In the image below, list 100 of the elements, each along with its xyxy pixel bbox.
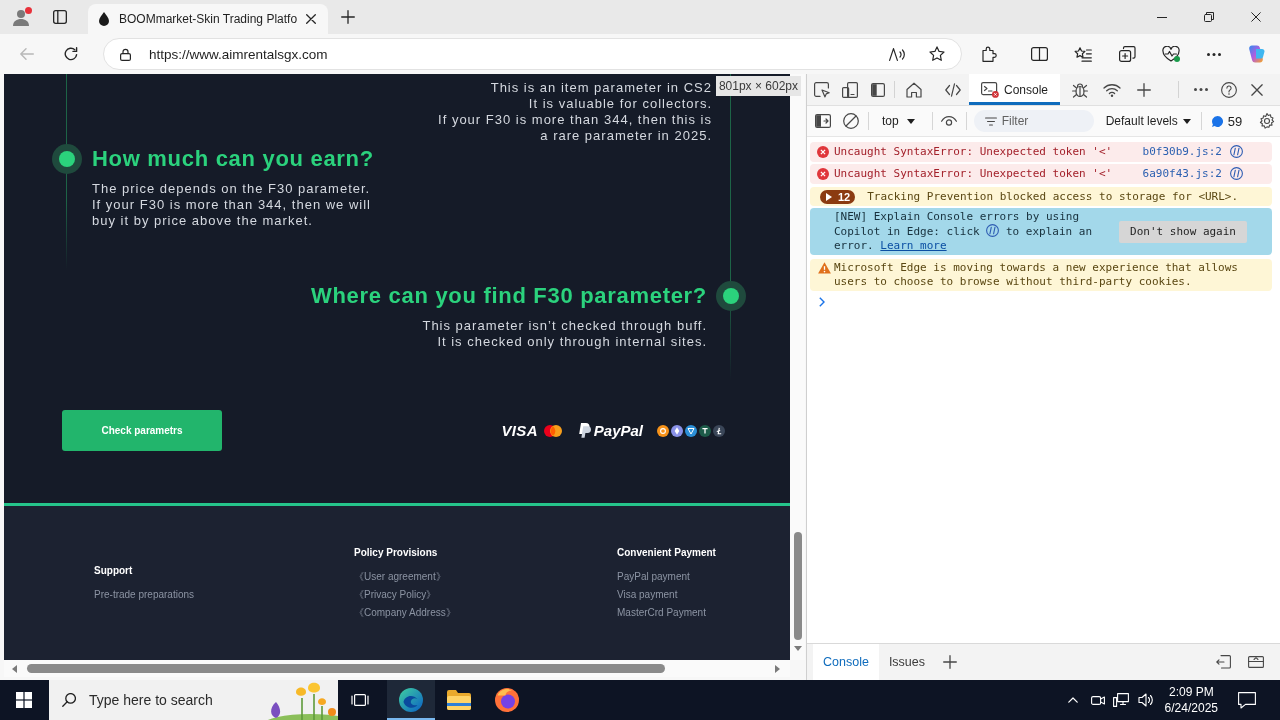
footer-link[interactable]: 《User agreement》 xyxy=(354,571,446,583)
group-toggle[interactable]: 12 xyxy=(820,190,856,204)
search-icon xyxy=(62,693,76,707)
section-text: This parameter isn’t checked through buff. It is checked only through internal sites. xyxy=(422,318,707,350)
minimize-icon[interactable] xyxy=(1157,16,1167,18)
four-panes-icon[interactable] xyxy=(16,692,32,708)
footer-link[interactable]: PayPal payment xyxy=(617,571,690,583)
triangle-left-icon[interactable] xyxy=(12,664,17,673)
plus-icon[interactable] xyxy=(341,10,356,24)
browser-tab[interactable]: BOOMmarket-Skin Trading Platfo xyxy=(88,4,329,34)
sidebar-square-icon[interactable] xyxy=(53,10,67,24)
folder-icon[interactable] xyxy=(447,690,471,710)
sound-waves-icon[interactable] xyxy=(889,47,906,61)
footer-heading: Policy Provisions xyxy=(354,547,438,559)
search-input[interactable]: Type here to search xyxy=(89,692,221,708)
restore-icon[interactable] xyxy=(1204,12,1214,22)
close-icon[interactable] xyxy=(1251,83,1263,96)
code-icon[interactable] xyxy=(945,82,961,97)
circle-mark-icon[interactable] xyxy=(986,224,1000,237)
panel-icon[interactable] xyxy=(871,82,885,97)
footer-link[interactable]: 《Privacy Policy》 xyxy=(354,589,437,601)
message-icon xyxy=(1211,115,1223,127)
more-icon[interactable] xyxy=(1206,52,1221,56)
tray-icon[interactable] xyxy=(1248,656,1264,668)
circle-mark-icon[interactable] xyxy=(1230,167,1243,180)
url-input[interactable]: https://www.aimrentalsgx.com xyxy=(149,46,349,62)
swirl-icon[interactable] xyxy=(399,688,423,712)
bug-icon[interactable] xyxy=(1072,81,1089,98)
close-icon[interactable] xyxy=(306,14,317,24)
frame-icon[interactable] xyxy=(351,692,369,708)
box-arrow-icon[interactable] xyxy=(1216,655,1231,669)
messages-button[interactable]: 59 xyxy=(1211,113,1243,129)
error-icon xyxy=(817,168,829,180)
help-icon[interactable] xyxy=(1221,81,1237,98)
footer-link[interactable]: MasterCrd Payment xyxy=(617,607,706,619)
home-icon[interactable] xyxy=(906,81,922,98)
avatar-icon[interactable] xyxy=(12,7,32,27)
message-text: Uncaught SyntaxError: Unexpected token '<' xyxy=(834,145,1113,159)
star-icon[interactable] xyxy=(929,46,945,62)
two-circles-icon xyxy=(543,424,562,437)
eye-icon[interactable] xyxy=(940,115,957,127)
gradient-logo-icon[interactable] xyxy=(1247,45,1265,63)
timeline-dot-icon xyxy=(716,281,746,311)
lock-icon[interactable] xyxy=(120,47,131,61)
stack-plus-icon[interactable] xyxy=(1118,46,1136,62)
clock-date: 6/24/2025 xyxy=(1164,700,1218,716)
message-text: Uncaught SyntaxError: Unexpected token '<' xyxy=(834,167,1113,181)
star-list-icon[interactable] xyxy=(1074,46,1092,62)
footer-heading: Convenient Payment xyxy=(617,547,716,559)
more-icon[interactable] xyxy=(1194,88,1208,91)
circle-mark-icon[interactable] xyxy=(1230,145,1243,158)
prohibit-icon[interactable] xyxy=(843,113,859,129)
scrollbar-thumb[interactable] xyxy=(793,532,802,640)
camera-icon[interactable] xyxy=(1090,694,1105,706)
close-icon[interactable] xyxy=(1251,12,1261,22)
timeline-dot-icon xyxy=(52,144,82,174)
plus-icon[interactable] xyxy=(1137,82,1152,97)
intro-text: This is an item parameter in CS2 It is valuable for collectors. If your F30 is more than 344, then this is a rare parameter in 2025. xyxy=(438,80,712,144)
drawer-tab[interactable]: Console xyxy=(813,644,879,680)
orb-icon[interactable] xyxy=(495,688,519,712)
puzzle-icon[interactable] xyxy=(982,46,998,62)
taskbar-app[interactable] xyxy=(387,680,435,720)
sidebar-icon[interactable] xyxy=(815,114,831,128)
section-heading: How much can you earn? xyxy=(92,146,374,172)
footer-link[interactable]: Visa payment xyxy=(617,589,678,601)
settings-icon[interactable] xyxy=(1259,113,1276,129)
scrollbar-thumb[interactable] xyxy=(27,664,665,673)
footer-heading: Support xyxy=(94,565,133,577)
footer-link[interactable]: 《Company Address》 xyxy=(354,607,456,619)
footer-link[interactable]: Pre-trade preparations xyxy=(94,589,195,601)
speaker-icon[interactable] xyxy=(1137,693,1154,707)
drawer-tab[interactable]: Issues xyxy=(878,644,935,680)
triangle-right-icon[interactable] xyxy=(775,664,780,673)
cursor-box-icon[interactable] xyxy=(814,81,830,98)
learn-more-link[interactable]: Learn more xyxy=(880,239,947,252)
chevron-up-icon[interactable] xyxy=(1067,697,1078,703)
terminal-icon[interactable] xyxy=(981,81,999,98)
speech-bubble-icon[interactable] xyxy=(1238,691,1256,709)
triangle-down-icon[interactable] xyxy=(793,646,802,651)
filter-input[interactable]: Filter xyxy=(1001,114,1042,128)
source-link[interactable]: 6a90f43.js:2 xyxy=(1142,167,1222,181)
plus-icon[interactable] xyxy=(943,655,957,669)
context-dropdown[interactable]: top xyxy=(882,114,915,128)
levels-dropdown[interactable]: Default levels xyxy=(1105,114,1191,128)
devices-icon[interactable] xyxy=(842,81,858,98)
source-link[interactable]: b0f30b9.js:2 xyxy=(1142,145,1222,159)
caret-icon xyxy=(1182,118,1191,124)
section-text: The price depends on the F30 parameter. If your F30 is more than 344, then we will buy it by price above the market. xyxy=(92,181,371,229)
clock-time: 2:09 PM xyxy=(1168,684,1214,700)
wifi-icon[interactable] xyxy=(1103,82,1122,97)
heart-pulse-icon[interactable] xyxy=(1162,46,1180,62)
panel-tab[interactable]: Console xyxy=(969,74,1061,105)
message-text: Microsoft Edge is moving towards a new experience that allows users to choose to browse without third-party cookies. xyxy=(834,261,1239,289)
chevron-icon[interactable] xyxy=(819,297,825,307)
refresh-icon[interactable] xyxy=(64,47,78,61)
paypal-logo: PayPal xyxy=(593,422,643,439)
dismiss-button[interactable]: Don't show again xyxy=(1119,220,1247,243)
split-icon[interactable] xyxy=(1030,47,1048,61)
monitor-icon[interactable] xyxy=(1112,693,1129,707)
logo-mark-icon xyxy=(577,423,591,438)
